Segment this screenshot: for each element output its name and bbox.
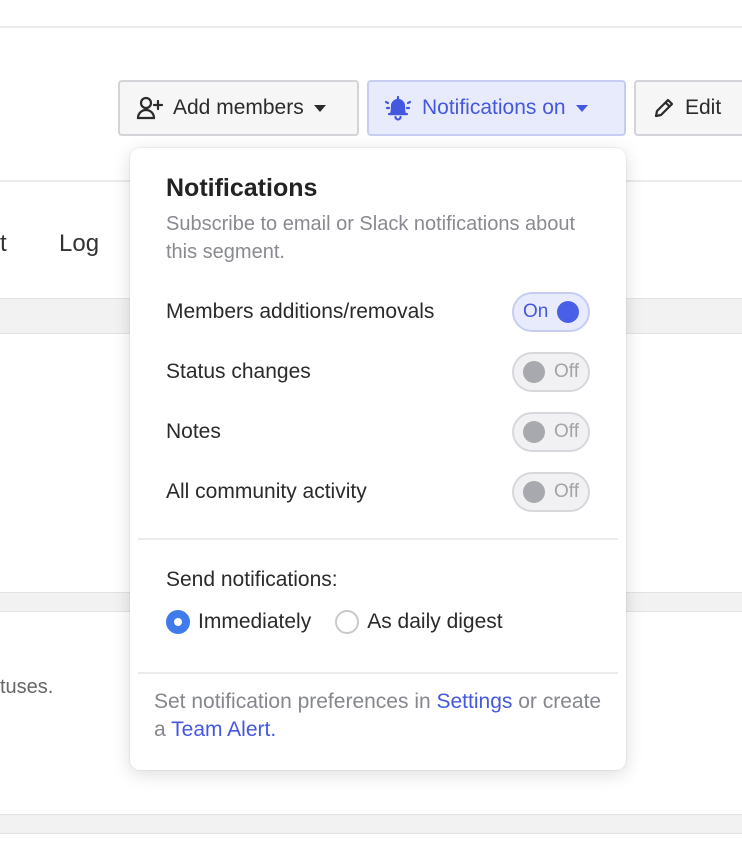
members-toggle[interactable]: On xyxy=(512,292,590,332)
setting-label: Notes xyxy=(166,420,221,443)
setting-row-notes: Notes Off xyxy=(166,412,590,452)
notifications-button[interactable]: Notifications on xyxy=(367,80,626,136)
top-divider xyxy=(0,26,742,28)
footer-suffix: . xyxy=(270,718,277,741)
popover-title: Notifications xyxy=(166,174,318,202)
bottom-band xyxy=(0,814,742,834)
partial-description: tuses. xyxy=(0,676,54,698)
footer-prefix: Set notification preferences in xyxy=(154,690,437,713)
settings-link[interactable]: Settings xyxy=(437,690,513,713)
page: t Log tuses. Add members Notifications o xyxy=(0,0,742,844)
toggle-state: Off xyxy=(554,361,579,382)
toggle-knob xyxy=(557,301,579,323)
toggle-state: Off xyxy=(554,481,579,502)
send-notifications-label: Send notifications: xyxy=(166,568,338,591)
setting-label: Members additions/removals xyxy=(166,300,435,323)
toggle-state: Off xyxy=(554,421,579,442)
toggle-knob xyxy=(523,421,545,443)
immediately-label[interactable]: Immediately xyxy=(198,610,311,634)
immediately-radio[interactable] xyxy=(166,610,190,634)
setting-label: All community activity xyxy=(166,480,367,503)
bell-ringing-icon xyxy=(383,94,413,122)
edit-label: Edit xyxy=(685,96,722,119)
setting-row-community: All community activity Off xyxy=(166,472,590,512)
toggle-knob xyxy=(523,481,545,503)
status-toggle[interactable]: Off xyxy=(512,352,590,392)
daily-digest-label[interactable]: As daily digest xyxy=(367,610,502,634)
popover-footer: Set notification preferences in Settings… xyxy=(154,688,604,744)
add-members-button[interactable]: Add members xyxy=(118,80,359,136)
setting-label: Status changes xyxy=(166,360,311,383)
popover-subtitle: Subscribe to email or Slack notification… xyxy=(166,213,576,263)
pencil-icon xyxy=(652,96,676,120)
notes-toggle[interactable]: Off xyxy=(512,412,590,452)
tab-partial[interactable]: t xyxy=(0,230,7,258)
edit-button[interactable]: Edit xyxy=(634,80,742,136)
notifications-popover: Notifications Subscribe to email or Slac… xyxy=(130,148,626,770)
user-plus-icon xyxy=(136,95,164,121)
chevron-down-icon xyxy=(313,104,326,112)
community-toggle[interactable]: Off xyxy=(512,472,590,512)
tab-log[interactable]: Log xyxy=(59,230,99,258)
daily-digest-radio[interactable] xyxy=(335,610,360,634)
popover-divider xyxy=(138,538,618,540)
popover-divider xyxy=(138,672,618,674)
setting-row-status: Status changes Off xyxy=(166,352,590,392)
add-members-label: Add members xyxy=(173,96,304,119)
frequency-options: Immediately As daily digest xyxy=(166,610,527,634)
toggle-knob xyxy=(523,361,545,383)
chevron-down-icon xyxy=(575,104,588,112)
team-alert-link[interactable]: Team Alert xyxy=(171,718,270,741)
notifications-label: Notifications on xyxy=(422,96,566,119)
setting-row-members: Members additions/removals On xyxy=(166,292,590,332)
toggle-state: On xyxy=(523,301,549,322)
